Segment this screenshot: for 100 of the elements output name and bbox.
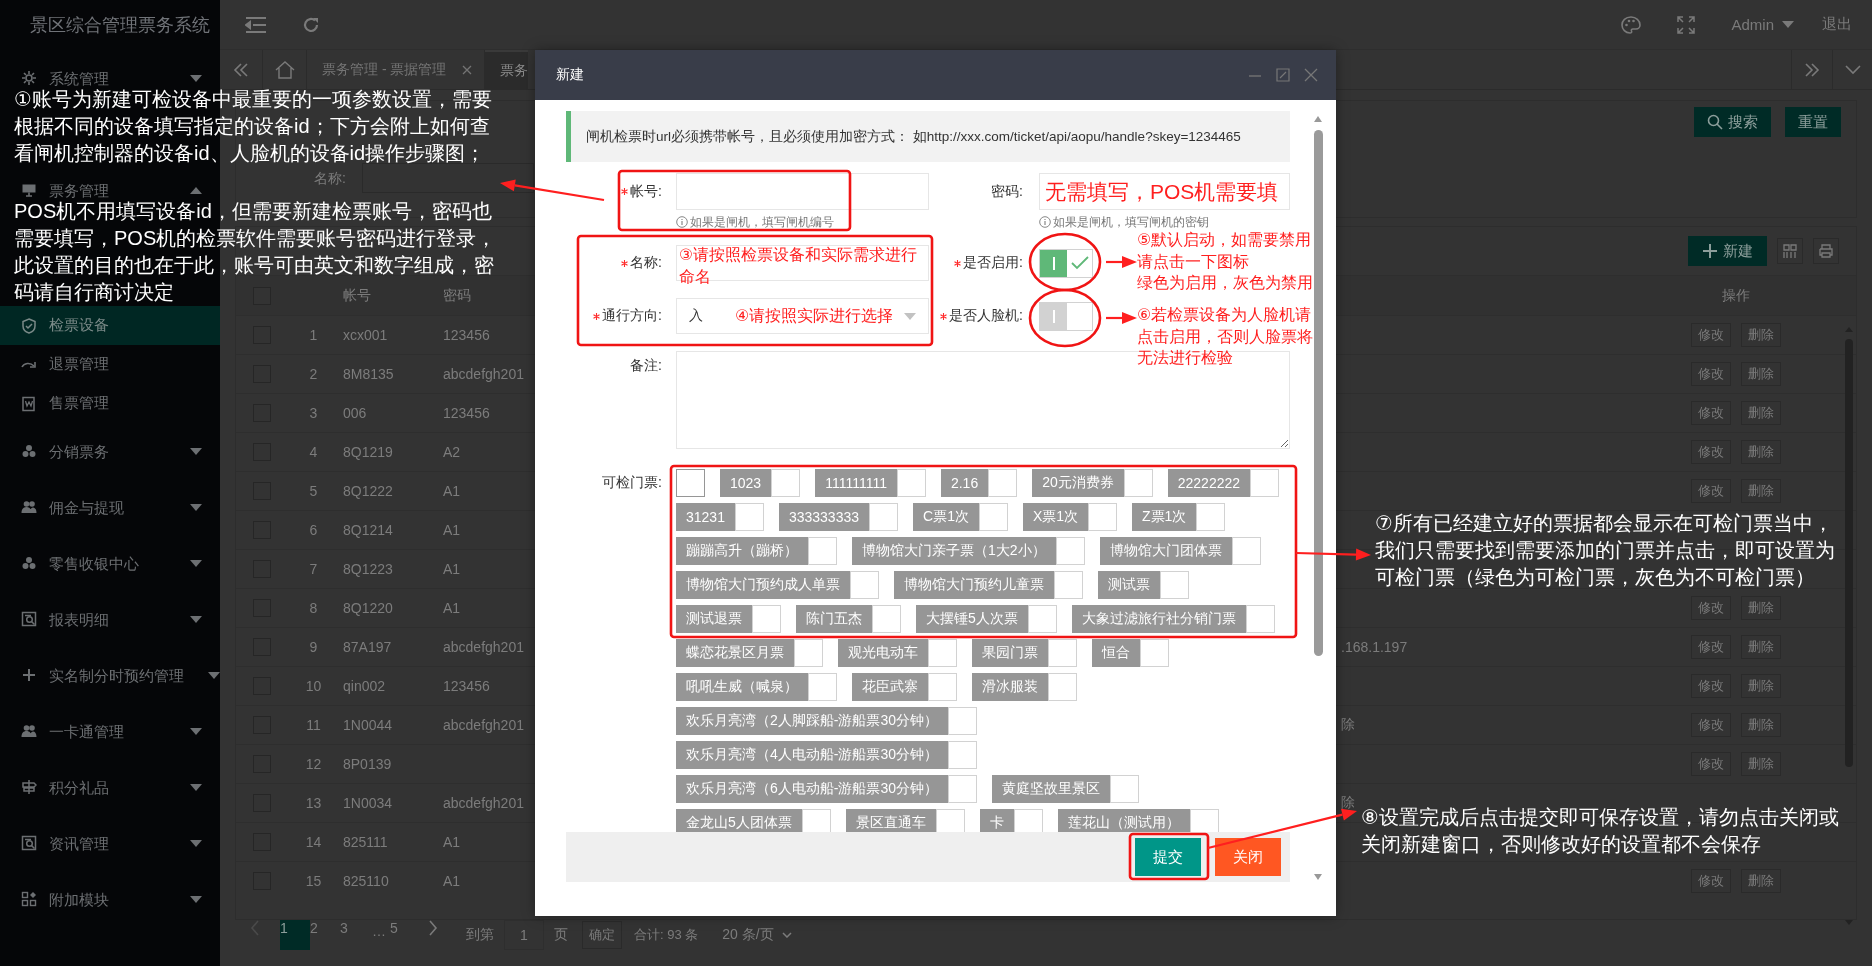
page-button[interactable]: 3 xyxy=(340,920,370,950)
sidebar-item[interactable]: 检票设备 xyxy=(0,306,220,345)
edit-button[interactable]: 修改 xyxy=(1691,401,1731,425)
search-field[interactable] xyxy=(361,163,534,193)
edit-button[interactable]: 修改 xyxy=(1691,674,1731,698)
delete-button[interactable]: 删除 xyxy=(1741,323,1781,347)
submit-button[interactable]: 提交 xyxy=(1135,838,1201,876)
previous-icon[interactable] xyxy=(250,920,260,936)
password-field[interactable]: 无需填写，POS机需要填 xyxy=(1039,173,1290,210)
ticket-toggle[interactable] xyxy=(676,469,705,497)
table-cell: A1 xyxy=(443,600,461,616)
user-menu[interactable]: Admin xyxy=(1731,16,1794,33)
home-icon[interactable] xyxy=(274,60,295,79)
edit-button[interactable]: 修改 xyxy=(1691,479,1731,503)
direction-select[interactable]: 入 ④请按照实际进行选择 xyxy=(676,298,929,334)
annotation-arrow xyxy=(1106,312,1137,324)
sidebar-item[interactable]: 票务管理 xyxy=(49,182,109,198)
table-cell: 8Q1222 xyxy=(343,483,393,499)
confirm-button[interactable]: 确定 xyxy=(582,921,622,949)
sidebar-item[interactable]: 报表明细 xyxy=(49,611,109,627)
sidebar-item[interactable]: 分销票务 xyxy=(49,443,109,459)
delete-button[interactable]: 删除 xyxy=(1741,596,1781,620)
toggle-switch[interactable] xyxy=(1039,248,1093,278)
close-icon[interactable] xyxy=(1304,68,1318,82)
row-number: 4 xyxy=(309,444,318,460)
annotation-text: 需要填写，POS机的检票软件需要账号密码进行登录， xyxy=(14,226,497,251)
table-cell: 8Q1219 xyxy=(343,444,393,460)
edit-button[interactable]: 修改 xyxy=(1691,635,1731,659)
fullscreen-icon[interactable] xyxy=(1677,15,1696,34)
delete-button[interactable]: 删除 xyxy=(1741,440,1781,464)
edit-button[interactable]: 修改 xyxy=(1691,362,1731,386)
chevrons-left-icon[interactable] xyxy=(233,62,249,77)
toggle-switch[interactable] xyxy=(1039,301,1093,331)
delete-button[interactable]: 删除 xyxy=(1741,713,1781,737)
annotation-text: 无法进行检验 xyxy=(1137,348,1233,368)
row-number: 12 xyxy=(305,756,322,772)
field-label: 帐号: xyxy=(630,182,662,201)
reset-button[interactable]: 重置 xyxy=(1785,107,1841,137)
total-count: 合计: 93 条 xyxy=(634,926,699,944)
next-icon[interactable] xyxy=(428,920,438,936)
goto-label: 到第 xyxy=(466,926,494,944)
sidebar-item[interactable]: 佣金与提现 xyxy=(49,499,124,515)
edit-button[interactable]: 修改 xyxy=(1691,440,1731,464)
edit-button[interactable]: 修改 xyxy=(1691,752,1731,776)
close-button[interactable]: 关闭 xyxy=(1215,838,1281,876)
delete-button[interactable]: 删除 xyxy=(1741,869,1781,893)
scrollbar[interactable] xyxy=(1314,116,1323,880)
account-field[interactable] xyxy=(676,173,929,210)
table-cell: qin002 xyxy=(343,678,386,694)
palette-icon[interactable] xyxy=(1621,15,1642,34)
chevron-down-icon[interactable] xyxy=(1844,64,1861,75)
new-button[interactable]: 新建 xyxy=(1688,236,1767,266)
column-header: 帐号 xyxy=(343,286,371,303)
sidebar-item[interactable]: 资讯管理 xyxy=(49,835,109,851)
columns-button[interactable] xyxy=(1777,238,1803,264)
edit-button[interactable]: 修改 xyxy=(1691,323,1731,347)
search-button[interactable]: 搜索 xyxy=(1694,107,1771,137)
page-button[interactable]: 5 xyxy=(390,920,420,950)
chevrons-right-icon[interactable] xyxy=(1804,62,1820,77)
sidebar-item[interactable]: 实名制分时预约管理 xyxy=(49,667,184,683)
annotation-text: 看闸机控制器的设备id、人脸机的设备id操作步骤图； xyxy=(14,141,486,166)
print-button[interactable] xyxy=(1813,238,1839,264)
page-button[interactable]: 1 xyxy=(280,920,310,950)
page-size-select[interactable]: 20 条/页 xyxy=(722,926,792,944)
menu-fold-icon[interactable] xyxy=(245,15,267,34)
annotation-text: 此设置的目的也在于此，账号可由英文和数字组成，密 xyxy=(14,253,494,278)
delete-button[interactable]: 删除 xyxy=(1741,479,1781,503)
table-cell: 8Q1220 xyxy=(343,600,393,616)
row-number: 10 xyxy=(305,678,322,694)
maximize-icon[interactable] xyxy=(1276,68,1290,82)
edit-button[interactable]: 修改 xyxy=(1691,713,1731,737)
sidebar-item[interactable]: 零售收银中心 xyxy=(49,555,139,571)
sidebar-item[interactable]: 退票管理 xyxy=(49,355,109,374)
sidebar-item[interactable]: 一卡通管理 xyxy=(49,723,124,739)
sidebar-item[interactable]: 售票管理 xyxy=(49,394,109,413)
remark-field[interactable] xyxy=(676,351,1290,449)
delete-button[interactable]: 删除 xyxy=(1741,752,1781,776)
field-label: 密码: xyxy=(991,182,1023,201)
sidebar-item[interactable]: 积分礼品 xyxy=(49,779,109,795)
delete-button[interactable]: 删除 xyxy=(1741,635,1781,659)
delete-button[interactable]: 删除 xyxy=(1741,674,1781,698)
row-number: 6 xyxy=(309,522,318,538)
edit-button[interactable]: 修改 xyxy=(1691,869,1731,893)
annotation-text: ①账号为新建可检设备中最重要的一项参数设置，需要 xyxy=(14,87,492,112)
refresh-icon[interactable] xyxy=(302,15,320,34)
tab[interactable]: 票务 xyxy=(485,50,529,89)
delete-button[interactable]: 删除 xyxy=(1741,401,1781,425)
edit-button[interactable]: 修改 xyxy=(1691,596,1731,620)
plus-icon xyxy=(21,667,37,683)
sidebar-item[interactable]: 附加模块 xyxy=(49,891,109,907)
close-icon[interactable] xyxy=(462,64,473,75)
page-input[interactable]: 1 xyxy=(504,920,544,950)
check-icon xyxy=(1070,256,1089,270)
annotation-text: 绿色为启用，灰色为禁用 xyxy=(1137,273,1313,293)
page-button[interactable]: 2 xyxy=(310,920,340,950)
logout-link[interactable]: 退出 xyxy=(1822,15,1852,34)
monitor-icon xyxy=(21,182,37,198)
table-cell: 1N0034 xyxy=(343,795,393,811)
delete-button[interactable]: 删除 xyxy=(1741,362,1781,386)
sidebar-item[interactable]: 系统管理 xyxy=(49,70,109,86)
